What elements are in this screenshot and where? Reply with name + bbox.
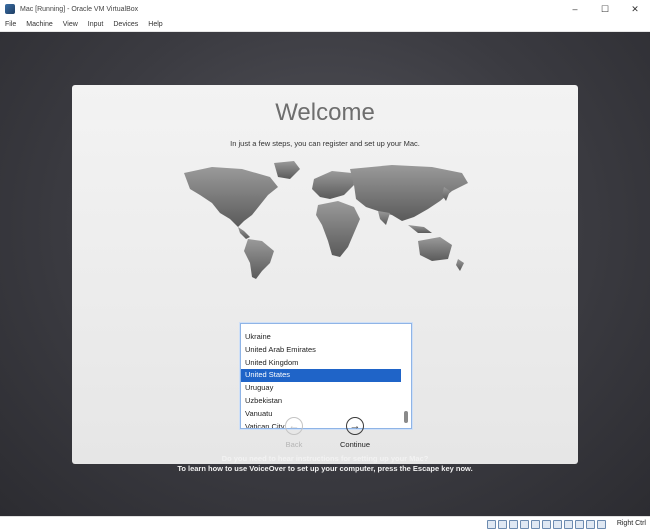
list-item[interactable]: United Kingdom (241, 357, 401, 370)
list-item-selected[interactable]: United States (241, 369, 401, 383)
scrollbar-thumb[interactable] (404, 411, 408, 423)
audio-icon[interactable] (509, 520, 518, 529)
list-item[interactable]: Ukraine (241, 331, 401, 344)
virtualbox-app-icon (5, 4, 15, 14)
list-item[interactable] (241, 324, 401, 331)
cpu-icon[interactable] (575, 520, 584, 529)
minimize-button[interactable]: – (560, 0, 590, 18)
voiceover-prompt: Do you need to hear instructions for set… (0, 454, 650, 474)
list-item[interactable]: Uzbekistan (241, 395, 401, 408)
window-title-bar: Mac [Running] - Oracle VM VirtualBox – ☐… (0, 0, 650, 18)
continue-arrow-icon: → (346, 417, 364, 435)
list-item[interactable]: Uruguay (241, 382, 401, 395)
list-item[interactable]: Vatican City (241, 421, 401, 428)
mouse-integration-icon[interactable] (586, 520, 595, 529)
list-item[interactable]: United Arab Emirates (241, 344, 401, 357)
country-list-items: Ukraine United Arab Emirates United King… (241, 324, 401, 428)
status-icons (485, 520, 606, 529)
keyboard-capture-icon[interactable] (597, 520, 606, 529)
close-button[interactable]: ✕ (620, 0, 650, 18)
maximize-button[interactable]: ☐ (590, 0, 620, 18)
optical-drive-icon[interactable] (498, 520, 507, 529)
menu-file[interactable]: File (0, 21, 21, 28)
page-subtitle: In just a few steps, you can register an… (230, 139, 420, 148)
list-item[interactable]: Vanuatu (241, 408, 401, 421)
window-title: Mac [Running] - Oracle VM VirtualBox (20, 5, 139, 13)
host-key-label: Right Ctrl (616, 520, 646, 527)
menu-machine[interactable]: Machine (21, 21, 57, 28)
back-arrow-icon: ← (285, 417, 303, 435)
menu-devices[interactable]: Devices (108, 21, 143, 28)
voiceover-line-1: Do you need to hear instructions for set… (221, 454, 429, 463)
page-title: Welcome (275, 99, 375, 126)
back-label: Back (285, 440, 303, 449)
back-button[interactable]: ← Back (274, 417, 314, 449)
continue-label: Continue (339, 440, 371, 449)
menu-bar: File Machine View Input Devices Help (0, 18, 650, 32)
menu-input[interactable]: Input (83, 21, 109, 28)
hard-disk-icon[interactable] (487, 520, 496, 529)
status-bar: Right Ctrl (0, 516, 650, 532)
setup-panel: Welcome In just a few steps, you can reg… (72, 85, 578, 464)
list-scrollbar[interactable] (402, 325, 410, 427)
menu-view[interactable]: View (58, 21, 83, 28)
shared-folders-icon[interactable] (542, 520, 551, 529)
vm-display[interactable]: Welcome In just a few steps, you can reg… (0, 32, 650, 516)
menu-help[interactable]: Help (143, 21, 167, 28)
network-icon[interactable] (520, 520, 529, 529)
video-capture-icon[interactable] (564, 520, 573, 529)
usb-icon[interactable] (531, 520, 540, 529)
country-list[interactable]: Ukraine United Arab Emirates United King… (240, 323, 412, 429)
display-icon[interactable] (553, 520, 562, 529)
continue-button[interactable]: → Continue (335, 417, 375, 449)
world-map-icon (184, 161, 468, 279)
window-controls: – ☐ ✕ (560, 0, 650, 18)
voiceover-line-2: To learn how to use VoiceOver to set up … (177, 464, 473, 473)
